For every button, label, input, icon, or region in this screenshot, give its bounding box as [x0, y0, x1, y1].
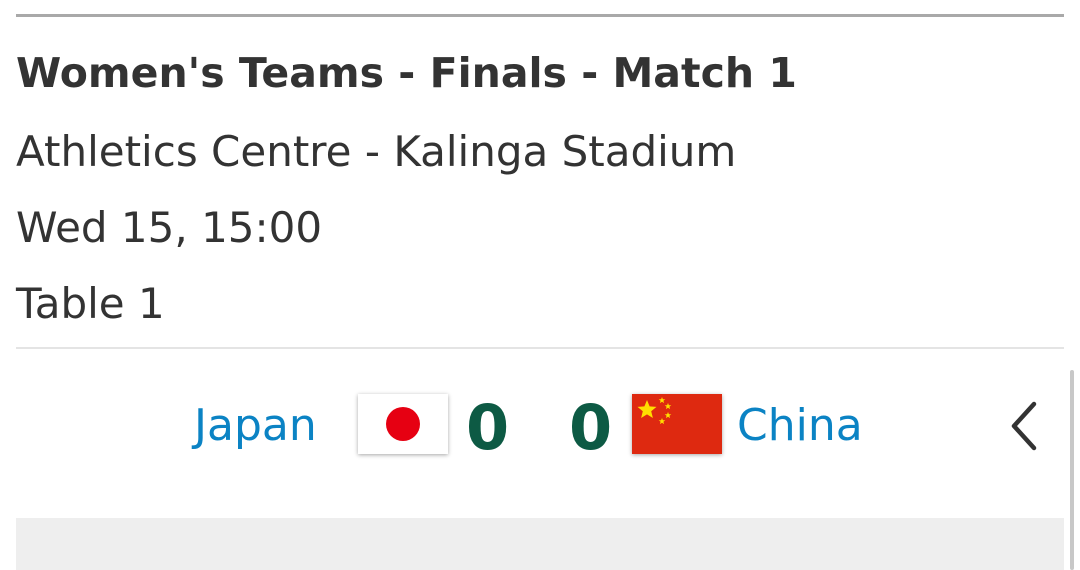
- scrollbar[interactable]: [1070, 370, 1074, 570]
- away-score: 0: [569, 391, 613, 464]
- chevron-left-icon[interactable]: [1004, 398, 1044, 454]
- score-row[interactable]: Japan 0 0 China: [0, 380, 1080, 472]
- japan-flag-icon: [358, 394, 448, 454]
- table-number: Table 1: [16, 279, 165, 328]
- home-score: 0: [466, 391, 510, 464]
- match-info: Women's Teams - Finals - Match 1 Athleti…: [16, 44, 1064, 342]
- china-flag-icon: [632, 394, 722, 454]
- away-team-name[interactable]: China: [737, 396, 863, 456]
- home-team-name[interactable]: Japan: [194, 396, 317, 456]
- match-datetime: Wed 15, 15:00: [16, 203, 323, 252]
- section-divider: [16, 347, 1064, 349]
- match-title: Women's Teams - Finals - Match 1: [16, 49, 797, 97]
- bottom-panel: [16, 518, 1064, 570]
- top-divider: [16, 14, 1064, 17]
- venue: Athletics Centre - Kalinga Stadium: [16, 127, 737, 176]
